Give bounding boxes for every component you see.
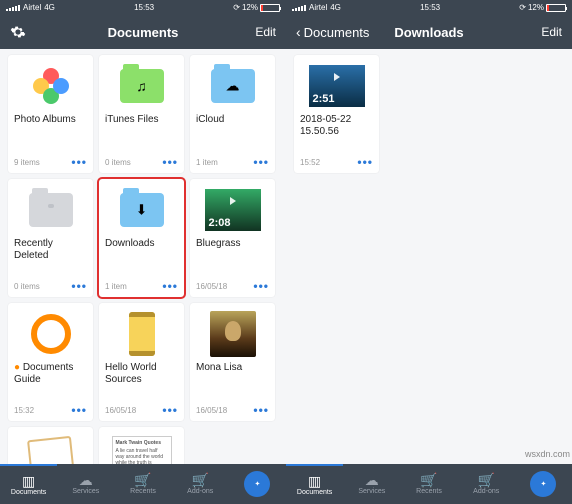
tab-browser[interactable]: ✦ (229, 464, 286, 504)
folder-downloads[interactable]: ⬇ Downloads 1 item••• (99, 179, 184, 297)
back-button[interactable]: ‹ Documents (296, 24, 356, 40)
video-thumb: 2:51 (309, 65, 365, 107)
network-label: 4G (44, 3, 55, 12)
file-mona-lisa[interactable]: Mona Lisa 16/05/18••• (190, 303, 275, 421)
picture-icon (27, 436, 75, 464)
folder-icon (29, 193, 73, 227)
tab-services[interactable]: ☁Services (57, 464, 114, 504)
cloud-icon: ☁ (79, 473, 93, 487)
edit-button[interactable]: Edit (502, 25, 562, 39)
downloads-grid[interactable]: 2:51 2018-05-22 15.50.56 15:52••• (286, 49, 572, 464)
compass-icon: ✦ (244, 471, 270, 497)
file-quotes[interactable]: Mark Twain QuotesA lie can travel half w… (99, 427, 184, 464)
tab-recents[interactable]: 🛒Recents (114, 464, 171, 504)
tab-browser[interactable]: ✦ (515, 464, 572, 504)
nav-bar: ‹ Documents Downloads Edit (286, 15, 572, 49)
battery-icon (260, 4, 280, 12)
status-bar: Airtel 4G 15:53 ⟳ 12% (286, 0, 572, 15)
tab-documents[interactable]: ▥Documents (0, 464, 57, 504)
more-icon[interactable]: ••• (71, 279, 87, 293)
note-thumb: Mark Twain QuotesA lie can travel half w… (112, 436, 172, 464)
more-icon[interactable]: ••• (162, 155, 178, 169)
gear-icon[interactable] (10, 24, 26, 40)
folder-icon: ▥ (308, 474, 321, 488)
documents-grid[interactable]: Photo Albums 9 items••• ♫ iTunes Files 0… (0, 49, 286, 464)
nav-bar: Documents Edit (0, 15, 286, 49)
cart-icon: 🛒 (191, 473, 208, 487)
tab-services[interactable]: ☁Services (343, 464, 400, 504)
more-icon[interactable]: ••• (162, 279, 178, 293)
carrier-label: Airtel (23, 3, 41, 12)
screen-documents: Airtel 4G 15:53 ⟳ 12% Documents Edit Pho… (0, 0, 286, 504)
image-thumb (210, 311, 256, 357)
folder-icon: ♫ (120, 69, 164, 103)
page-title: Documents (70, 25, 216, 40)
tab-bar: ▥Documents ☁Services 🛒Recents 🛒Add-ons ✦ (0, 464, 286, 504)
folder-icon: ⬇ (120, 193, 164, 227)
more-icon[interactable]: ••• (71, 155, 87, 169)
folder-icloud[interactable]: ☁ iCloud 1 item••• (190, 55, 275, 173)
more-icon[interactable]: ••• (253, 403, 269, 417)
tab-addons[interactable]: 🛒Add-ons (458, 464, 515, 504)
compass-icon: ✦ (530, 471, 556, 497)
archive-icon (129, 312, 155, 356)
file-picture[interactable]: Picture (8, 427, 93, 464)
tab-addons[interactable]: 🛒Add-ons (172, 464, 229, 504)
tab-documents[interactable]: ▥Documents (286, 464, 343, 504)
file-bluegrass[interactable]: 2:08 Bluegrass 16/05/18••• (190, 179, 275, 297)
edit-button[interactable]: Edit (216, 25, 276, 39)
cart-icon: 🛒 (477, 473, 494, 487)
tab-recents[interactable]: 🛒Recents (400, 464, 457, 504)
tab-bar: ▥Documents ☁Services 🛒Recents 🛒Add-ons ✦ (286, 464, 572, 504)
file-video-download[interactable]: 2:51 2018-05-22 15.50.56 15:52••• (294, 55, 379, 173)
cart-icon: 🛒 (420, 473, 437, 487)
watermark: wsxdn.com (525, 449, 570, 459)
more-icon[interactable]: ••• (162, 403, 178, 417)
video-thumb: 2:08 (205, 189, 261, 231)
signal-icon (6, 5, 20, 11)
folder-icon: ☁ (211, 69, 255, 103)
lock-icon: ⟳ (233, 3, 240, 12)
more-icon[interactable]: ••• (71, 403, 87, 417)
lock-icon: ⟳ (519, 3, 526, 12)
signal-icon (292, 5, 306, 11)
more-icon[interactable]: ••• (357, 155, 373, 169)
file-documents-guide[interactable]: ● Documents Guide 15:32••• (8, 303, 93, 421)
battery-icon (546, 4, 566, 12)
folder-icon: ▥ (22, 474, 35, 488)
more-icon[interactable]: ••• (253, 155, 269, 169)
folder-recently-deleted[interactable]: Recently Deleted 0 items••• (8, 179, 93, 297)
battery-pct: 12% (242, 3, 258, 12)
cloud-icon: ☁ (365, 473, 379, 487)
folder-itunes-files[interactable]: ♫ iTunes Files 0 items••• (99, 55, 184, 173)
status-bar: Airtel 4G 15:53 ⟳ 12% (0, 0, 286, 15)
file-hello-world[interactable]: Hello World Sources 16/05/18••• (99, 303, 184, 421)
status-time: 15:53 (55, 3, 233, 12)
chevron-left-icon: ‹ (296, 24, 301, 40)
folder-photo-albums[interactable]: Photo Albums 9 items••• (8, 55, 93, 173)
photo-albums-icon (29, 64, 73, 108)
cart-icon: 🛒 (134, 473, 151, 487)
more-icon[interactable]: ••• (253, 279, 269, 293)
lifebuoy-icon (31, 314, 71, 354)
page-title: Downloads (356, 25, 502, 40)
screen-downloads: Airtel 4G 15:53 ⟳ 12% ‹ Documents Downlo… (286, 0, 572, 504)
